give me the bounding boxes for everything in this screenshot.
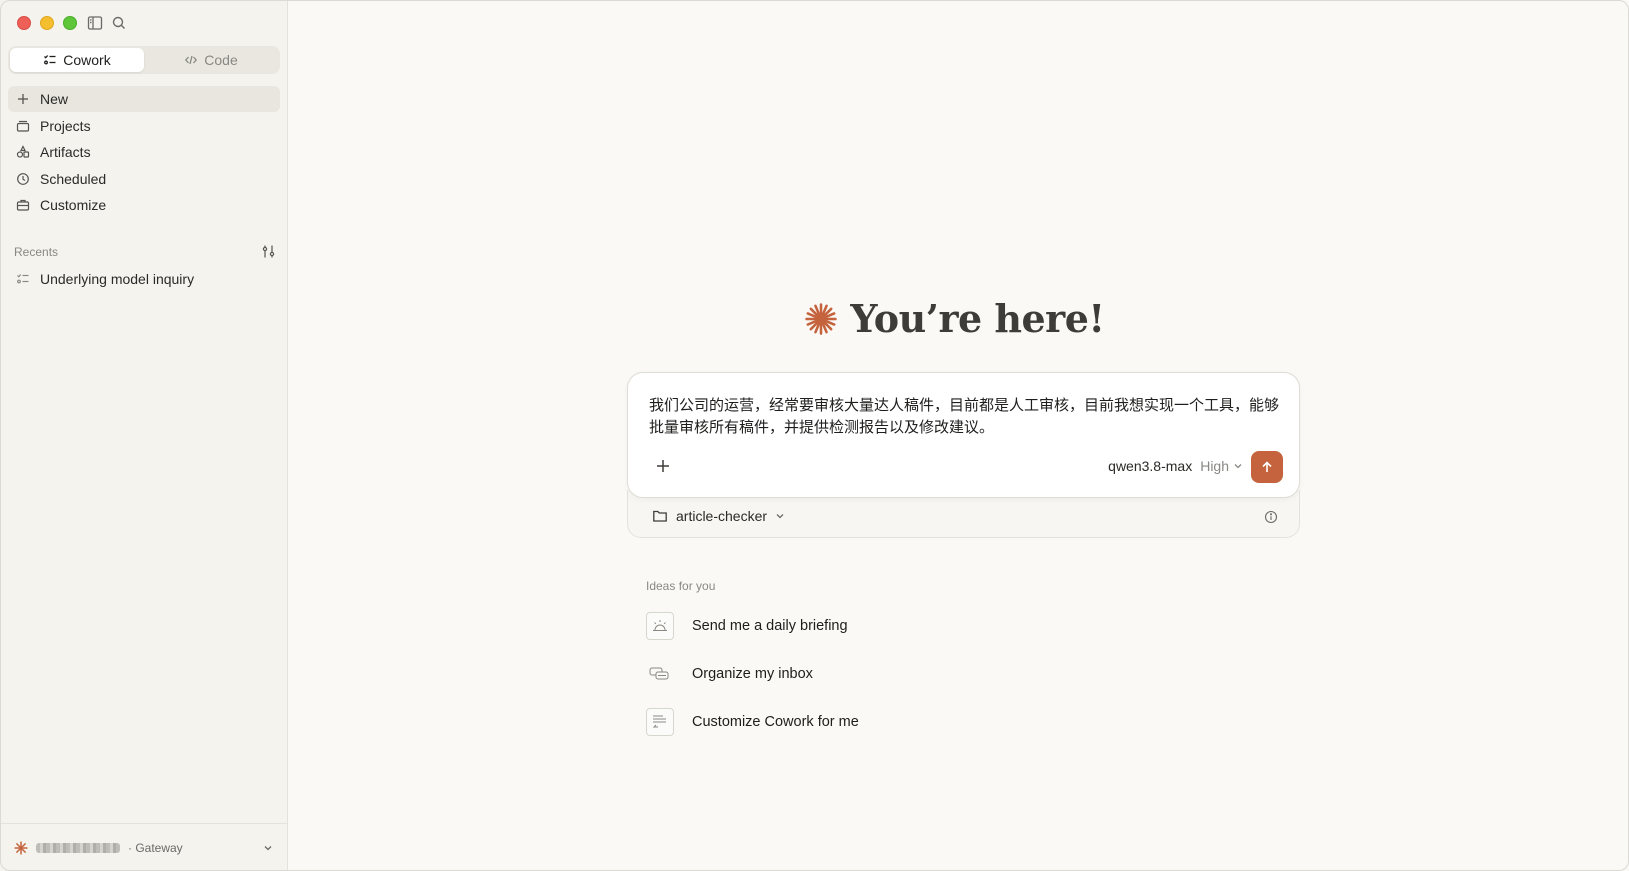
effort-selector[interactable]: High	[1200, 458, 1243, 474]
tab-code-label: Code	[204, 52, 238, 68]
artifacts-icon	[16, 145, 30, 158]
sidebar-item-label: Projects	[40, 117, 91, 134]
tab-code[interactable]: Code	[144, 48, 278, 72]
idea-organize-inbox[interactable]: Organize my inbox	[646, 658, 813, 690]
sidebar-item-customize[interactable]: Customize	[8, 192, 280, 218]
recent-item-label: Underlying model inquiry	[40, 271, 195, 287]
tab-cowork-label: Cowork	[63, 52, 111, 68]
account-name-redacted	[36, 842, 120, 853]
idea-label: Organize my inbox	[692, 666, 813, 682]
close-window-button[interactable]	[17, 16, 31, 30]
recents-header: Recents	[14, 244, 276, 259]
sidebar-item-artifacts[interactable]: Artifacts	[8, 139, 280, 165]
maximize-window-button[interactable]	[63, 16, 77, 30]
account-suffix: · Gateway	[128, 840, 183, 855]
recent-item[interactable]: Underlying model inquiry	[8, 269, 280, 289]
projects-icon	[16, 120, 30, 132]
sidebar-toggle-icon[interactable]	[86, 14, 104, 32]
account-footer[interactable]: · Gateway	[0, 823, 288, 871]
sidebar-item-scheduled[interactable]: Scheduled	[8, 166, 280, 192]
brand-star-icon	[14, 840, 28, 855]
plus-icon	[18, 94, 28, 104]
search-icon[interactable]	[110, 14, 128, 32]
window-controls	[17, 16, 77, 30]
sidebar-nav: New Projects Artifacts Scheduled Customi…	[8, 86, 280, 219]
hero: You’re here!	[288, 296, 1629, 341]
alarm-icon	[653, 620, 667, 631]
sidebar-item-projects[interactable]: Projects	[8, 113, 280, 139]
model-name: qwen3.8-max	[1108, 458, 1193, 474]
cowork-icon	[44, 55, 56, 65]
send-button[interactable]	[1251, 451, 1283, 483]
model-selector[interactable]: qwen3.8-max High	[1108, 453, 1243, 479]
chevron-down-icon	[264, 845, 272, 850]
app-window: Cowork Code New Projects Artifacts Sched…	[0, 0, 1629, 871]
inbox-icon	[649, 667, 669, 680]
idea-daily-briefing[interactable]: Send me a daily briefing	[646, 610, 848, 642]
tab-cowork[interactable]: Cowork	[10, 48, 144, 72]
prompt-input[interactable]: 我们公司的运营，经常要审核大量达人稿件，目前都是人工审核，目前我想实现一个工具，…	[649, 395, 1279, 439]
idea-thumbnail	[646, 612, 674, 640]
folder-selector[interactable]: article-checker	[652, 508, 785, 524]
effort-label: High	[1200, 458, 1229, 474]
idea-label: Send me a daily briefing	[692, 618, 848, 634]
minimize-window-button[interactable]	[40, 16, 54, 30]
brand-star-icon	[805, 302, 838, 335]
chevron-down-icon	[776, 514, 784, 519]
chevron-down-icon	[1234, 464, 1242, 469]
folder-name: article-checker	[676, 508, 768, 524]
sidebar-item-label: New	[40, 91, 69, 107]
recents-label: Recents	[14, 244, 59, 259]
idea-thumbnail	[646, 660, 674, 688]
info-icon[interactable]	[1264, 510, 1278, 524]
sidebar-item-label: Scheduled	[40, 170, 107, 187]
page-title: You’re here!	[850, 296, 1105, 341]
mode-switch: Cowork Code	[8, 46, 280, 74]
idea-thumbnail	[646, 708, 674, 736]
briefcase-icon	[16, 199, 30, 211]
sidebar: Cowork Code New Projects Artifacts Sched…	[0, 0, 288, 871]
filter-icon[interactable]	[261, 244, 276, 259]
idea-label: Customize Cowork for me	[692, 714, 859, 730]
add-attachment-button[interactable]	[652, 455, 674, 477]
sidebar-item-label: Artifacts	[40, 144, 91, 160]
sidebar-item-label: Customize	[40, 197, 107, 213]
arrow-up-icon	[1262, 461, 1272, 472]
folder-icon	[653, 510, 667, 522]
main-area: You’re here! 我们公司的运营，经常要审核大量达人稿件，目前都是人工审…	[288, 0, 1629, 871]
sidebar-item-new[interactable]: New	[8, 86, 280, 112]
task-list-icon	[17, 274, 29, 284]
document-icon	[652, 715, 666, 728]
ideas-label: Ideas for you	[646, 579, 716, 593]
clock-icon	[17, 172, 29, 185]
code-icon	[185, 55, 198, 65]
idea-customize-cowork[interactable]: Customize Cowork for me	[646, 706, 859, 738]
prompt-composer: 我们公司的运营，经常要审核大量达人稿件，目前都是人工审核，目前我想实现一个工具，…	[627, 372, 1300, 498]
